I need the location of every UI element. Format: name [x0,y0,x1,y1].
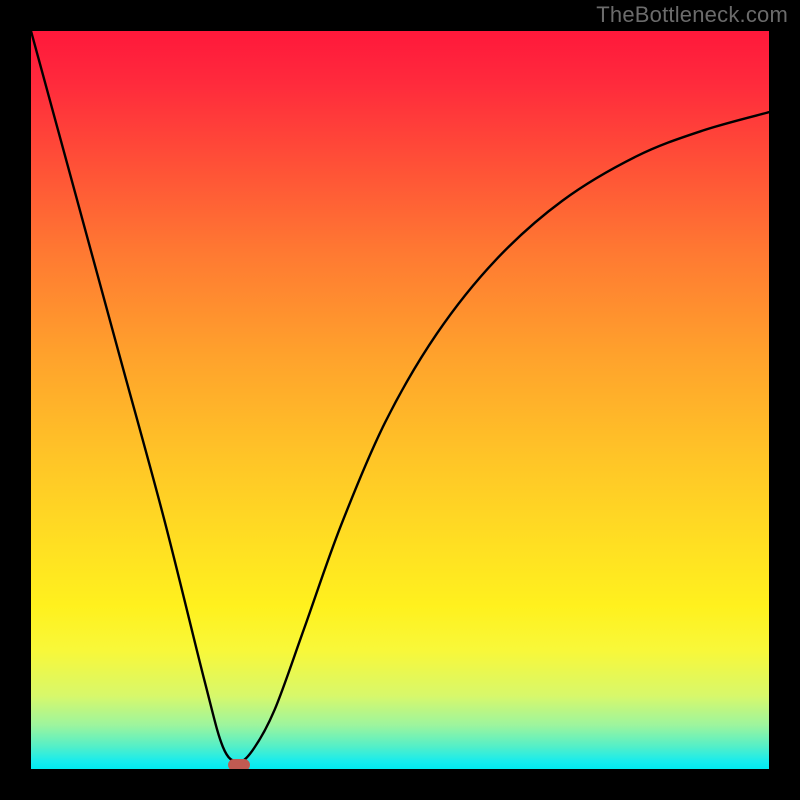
minimum-marker [228,759,250,769]
curve-svg [31,31,769,769]
bottleneck-curve [31,31,769,762]
chart-frame: TheBottleneck.com [0,0,800,800]
plot-area [31,31,769,769]
watermark-label: TheBottleneck.com [596,2,788,28]
